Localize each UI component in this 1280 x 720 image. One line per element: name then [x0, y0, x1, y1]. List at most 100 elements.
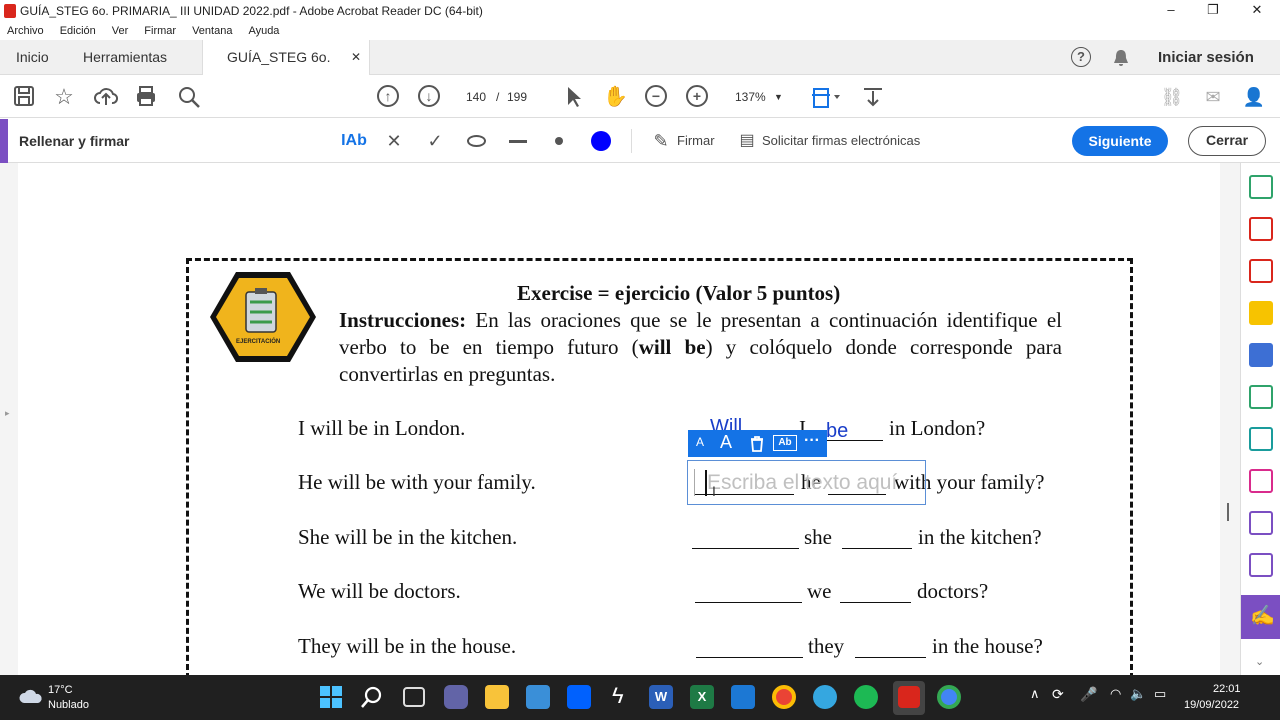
- edit-pdf-icon[interactable]: [1249, 427, 1273, 451]
- left-panel-toggle[interactable]: ▸: [0, 163, 18, 675]
- save-icon[interactable]: [13, 85, 35, 107]
- tab-inicio[interactable]: Inicio: [16, 40, 49, 75]
- dropbox-icon[interactable]: [567, 685, 591, 709]
- star-icon[interactable]: ☆: [52, 85, 76, 109]
- onedrive-sync-icon[interactable]: ⟳: [1052, 686, 1064, 703]
- search-icon[interactable]: [177, 85, 201, 109]
- lightning-app-icon[interactable]: ϟ: [612, 683, 624, 709]
- tab-document[interactable]: GUÍA_STEG 6o. PRI... ✕: [202, 40, 370, 100]
- page-down-icon[interactable]: ↓: [418, 85, 440, 107]
- minimize-button[interactable]: –: [1148, 0, 1194, 22]
- mail-app-icon[interactable]: [731, 685, 755, 709]
- windows-start-icon[interactable]: [320, 686, 342, 708]
- task-view-icon[interactable]: [403, 687, 425, 707]
- organize-pages-icon[interactable]: [1249, 217, 1273, 241]
- excel-icon[interactable]: X: [690, 685, 714, 709]
- ellipse-tool-icon[interactable]: [467, 135, 486, 147]
- volume-icon[interactable]: 🔈: [1130, 686, 1146, 702]
- zoom-in-icon[interactable]: +: [686, 85, 708, 107]
- pen-sign-icon[interactable]: ✎: [650, 129, 672, 153]
- acrobat-taskbar-active[interactable]: [893, 681, 925, 715]
- zoom-out-icon[interactable]: −: [645, 85, 667, 107]
- line-tool-icon[interactable]: [509, 140, 527, 143]
- chrome-profile-icon[interactable]: [937, 685, 961, 709]
- menu-archivo[interactable]: Archivo: [7, 25, 44, 37]
- help-icon[interactable]: ?: [1071, 47, 1091, 67]
- fit-page-icon[interactable]: [811, 85, 841, 109]
- vertical-scrollbar[interactable]: [1220, 163, 1240, 675]
- increase-font-icon[interactable]: A: [720, 432, 732, 453]
- teams-chat-icon[interactable]: [444, 685, 468, 709]
- file-explorer-icon[interactable]: [485, 685, 509, 709]
- weather-temp[interactable]: 17°C: [48, 684, 73, 696]
- scroll-mode-icon[interactable]: [862, 85, 884, 109]
- change-field-type-icon[interactable]: Ab: [773, 435, 797, 451]
- weather-desc[interactable]: Nublado: [48, 699, 89, 711]
- tab-herramientas[interactable]: Herramientas: [83, 40, 167, 75]
- microphone-icon[interactable]: 🎤: [1080, 686, 1097, 703]
- color-picker-dot[interactable]: [591, 131, 611, 151]
- cross-mark-icon[interactable]: ✕: [384, 129, 404, 153]
- check-mark-icon[interactable]: ✓: [425, 129, 445, 153]
- field-left-handle[interactable]: [694, 469, 695, 496]
- page-number-input[interactable]: 140: [466, 85, 486, 109]
- mail-icon[interactable]: ✉: [1201, 85, 1225, 109]
- request-signature-icon[interactable]: ▤: [737, 129, 757, 153]
- close-window-button[interactable]: ✕: [1234, 0, 1280, 22]
- link-icon[interactable]: ⛓: [1160, 85, 1184, 109]
- next-button[interactable]: Siguiente: [1072, 126, 1168, 156]
- scan-ocr-icon[interactable]: [1249, 553, 1273, 577]
- chrome-icon[interactable]: [772, 685, 796, 709]
- dot-tool-icon[interactable]: [555, 137, 563, 145]
- word-icon[interactable]: W: [649, 685, 673, 709]
- bell-icon[interactable]: [1112, 48, 1130, 68]
- fill-sign-tool-icon[interactable]: [1249, 469, 1273, 493]
- menu-firmar[interactable]: Firmar: [144, 25, 176, 37]
- request-signatures-link[interactable]: Solicitar firmas electrónicas: [762, 119, 920, 163]
- sign-label[interactable]: Firmar: [677, 119, 715, 163]
- zoom-dropdown-chevron-icon[interactable]: ▼: [774, 85, 783, 109]
- menu-edicion[interactable]: Edición: [60, 25, 96, 37]
- tab-close-icon[interactable]: ✕: [351, 40, 361, 75]
- delete-trash-icon[interactable]: [749, 435, 765, 452]
- more-tools-chevron-icon[interactable]: ⌄: [1255, 655, 1264, 668]
- clock-date[interactable]: 19/09/2022: [1184, 699, 1239, 711]
- protect-icon[interactable]: [1249, 511, 1273, 535]
- more-options-icon[interactable]: ···: [804, 432, 820, 450]
- page-up-icon[interactable]: ↑: [377, 85, 399, 107]
- title-bar: GUÍA_STEG 6o. PRIMARIA_ III UNIDAD 2022.…: [0, 0, 1280, 22]
- upload-cloud-icon[interactable]: [94, 85, 118, 107]
- compare-files-icon[interactable]: [1249, 385, 1273, 409]
- print-icon[interactable]: [135, 85, 157, 107]
- store-icon[interactable]: [526, 685, 550, 709]
- wifi-icon[interactable]: ◠: [1110, 686, 1121, 702]
- menu-ver[interactable]: Ver: [112, 25, 129, 37]
- export-pdf-icon[interactable]: [1249, 259, 1273, 283]
- fill-sign-active-tool[interactable]: ✍: [1241, 595, 1280, 639]
- zoom-level-select[interactable]: 137%: [735, 85, 766, 109]
- scroll-thumb[interactable]: [1227, 503, 1229, 521]
- show-hidden-icons-chevron-icon[interactable]: ∧: [1030, 686, 1040, 702]
- hand-tool-icon[interactable]: ✋: [603, 85, 628, 109]
- menu-ayuda[interactable]: Ayuda: [248, 25, 279, 37]
- exercise-instructions: Instrucciones: En las oraciones que se l…: [339, 307, 1062, 388]
- expand-left-icon[interactable]: ▸: [5, 408, 10, 419]
- battery-icon[interactable]: ▭: [1154, 686, 1166, 702]
- maximize-button[interactable]: ❐: [1190, 0, 1236, 22]
- menu-ventana[interactable]: Ventana: [192, 25, 232, 37]
- user-add-icon[interactable]: 👤: [1242, 85, 1266, 109]
- select-cursor-icon[interactable]: [565, 85, 583, 109]
- text-annotation-field[interactable]: Escriba el texto aquí I: [687, 460, 926, 505]
- create-pdf-icon[interactable]: [1249, 175, 1273, 199]
- combine-files-icon[interactable]: [1249, 343, 1273, 367]
- close-fill-sign-button[interactable]: Cerrar: [1188, 126, 1266, 156]
- clock-time[interactable]: 22:01: [1213, 683, 1241, 695]
- decrease-font-icon[interactable]: A: [696, 435, 704, 449]
- signin-link[interactable]: Iniciar sesión: [1158, 40, 1254, 75]
- cloud-weather-icon[interactable]: [18, 686, 44, 706]
- taskbar-search-icon[interactable]: [361, 686, 383, 708]
- add-text-tool-icon[interactable]: IAb: [341, 129, 367, 153]
- comment-icon[interactable]: [1249, 301, 1273, 325]
- spotify-icon[interactable]: [854, 685, 878, 709]
- browser-icon[interactable]: [813, 685, 837, 709]
